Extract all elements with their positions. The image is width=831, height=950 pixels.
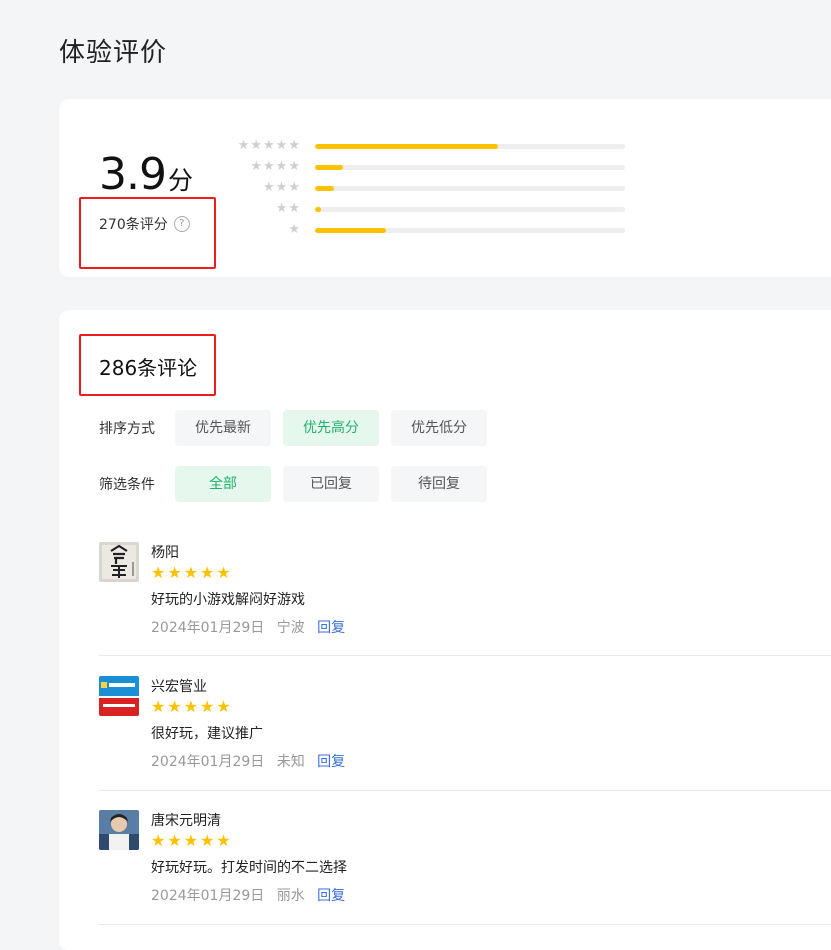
dist-fill bbox=[315, 228, 387, 233]
review-text: 好玩的小游戏解闷好游戏 bbox=[151, 592, 305, 608]
divider bbox=[99, 924, 831, 925]
review-stars: ★★★★★ bbox=[151, 831, 233, 850]
reply-button[interactable]: 回复 bbox=[317, 620, 345, 636]
rating-summary-card: 3.9 分 270条评分 ? ★★★★★ ★★★★ ★★★ ★★ ★ bbox=[59, 99, 831, 277]
reviewer-name: 唐宋元明清 bbox=[151, 813, 221, 829]
filter-row: 筛选条件 全部 已回复 待回复 bbox=[99, 466, 499, 502]
review-location: 未知 bbox=[276, 754, 305, 770]
highlight-box bbox=[79, 334, 216, 396]
star-row-icon: ★★★ bbox=[263, 180, 301, 195]
avatar[interactable] bbox=[99, 542, 139, 582]
review-location: 丽水 bbox=[276, 888, 305, 904]
dist-track bbox=[315, 144, 625, 149]
dist-track bbox=[315, 165, 625, 170]
reply-button[interactable]: 回复 bbox=[317, 754, 345, 770]
review-date: 2024年01月29日 bbox=[151, 620, 265, 636]
reviewer-name: 兴宏管业 bbox=[151, 679, 207, 695]
review-meta: 2024年01月29日 丽水 回复 bbox=[151, 885, 353, 905]
star-row-icon: ★★★★★ bbox=[237, 138, 301, 153]
reviewer-name: 杨阳 bbox=[151, 545, 179, 561]
dist-track bbox=[315, 228, 625, 233]
sort-row: 排序方式 优先最新 优先高分 优先低分 bbox=[99, 410, 499, 446]
review-stars: ★★★★★ bbox=[151, 697, 233, 716]
review-meta: 2024年01月29日 宁波 回复 bbox=[151, 617, 353, 637]
divider bbox=[99, 655, 831, 656]
reply-button[interactable]: 回复 bbox=[317, 888, 345, 904]
review-text: 好玩好玩。打发时间的不二选择 bbox=[151, 860, 347, 876]
dist-track bbox=[315, 207, 625, 212]
star-row-icon: ★★★★ bbox=[250, 159, 301, 174]
page-title: 体验评价 bbox=[59, 38, 168, 68]
sort-lowest-button[interactable]: 优先低分 bbox=[391, 410, 487, 446]
review-date: 2024年01月29日 bbox=[151, 888, 265, 904]
review-meta: 2024年01月29日 未知 回复 bbox=[151, 751, 353, 771]
sort-highest-button[interactable]: 优先高分 bbox=[283, 410, 379, 446]
dist-fill bbox=[315, 144, 498, 149]
sort-label: 排序方式 bbox=[99, 421, 155, 437]
reviews-card: 286条评论 排序方式 优先最新 优先高分 优先低分 筛选条件 全部 已回复 待… bbox=[59, 310, 831, 950]
score: 3.9 分 bbox=[99, 149, 193, 200]
filter-pending-button[interactable]: 待回复 bbox=[391, 466, 487, 502]
highlight-box bbox=[79, 197, 216, 269]
review-date: 2024年01月29日 bbox=[151, 754, 265, 770]
review-location: 宁波 bbox=[276, 620, 305, 636]
score-value: 3.9 bbox=[99, 149, 167, 200]
divider bbox=[99, 790, 831, 791]
sort-newest-button[interactable]: 优先最新 bbox=[175, 410, 271, 446]
dist-fill bbox=[315, 165, 343, 170]
dist-fill bbox=[315, 207, 322, 212]
star-row-icon: ★★ bbox=[275, 201, 301, 216]
review-stars: ★★★★★ bbox=[151, 563, 233, 582]
avatar[interactable] bbox=[99, 810, 139, 850]
filter-replied-button[interactable]: 已回复 bbox=[283, 466, 379, 502]
star-row-icon: ★ bbox=[288, 222, 301, 237]
filter-label: 筛选条件 bbox=[99, 477, 155, 493]
filter-all-button[interactable]: 全部 bbox=[175, 466, 271, 502]
dist-track bbox=[315, 186, 625, 191]
avatar[interactable] bbox=[99, 676, 139, 716]
dist-fill bbox=[315, 186, 334, 191]
score-unit: 分 bbox=[167, 166, 193, 195]
review-text: 很好玩，建议推广 bbox=[151, 726, 263, 742]
